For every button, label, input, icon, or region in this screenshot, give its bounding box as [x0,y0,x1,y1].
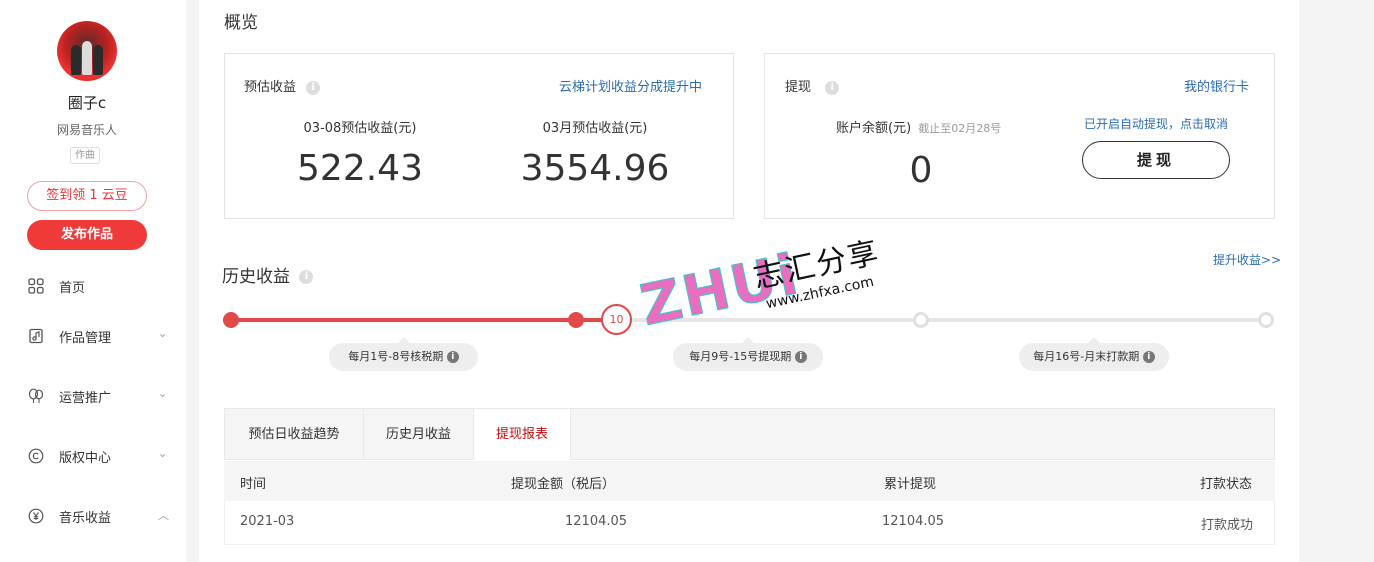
balloon-icon [28,388,44,404]
monthly-estimate-value: 3554.96 [520,148,670,189]
column-header-total: 累计提现 [884,477,937,492]
info-icon[interactable]: i [306,80,321,95]
overview-title: 概览 [224,13,258,33]
balance-label-text: 账户余额(元) [836,121,912,136]
phase-pill-payout: 每月16号-月末打款期 i [1019,337,1169,371]
table-row: 2021-03 12104.05 12104.05 打款成功 [224,501,1275,545]
column-header-time: 时间 [240,477,267,492]
user-role: 网易音乐人 [56,123,117,137]
chevron-down-icon: ⌄ [158,447,168,460]
sidebar-item-label: 首页 [59,281,86,296]
info-icon[interactable]: i [446,351,459,363]
balance-label: 账户余额(元) 截止至02月28号 [836,117,1001,136]
sidebar-item-label: 运营推广 [59,391,112,406]
checkin-button[interactable]: 签到领 1 云豆 [27,181,147,211]
timeline-end-dot [1258,312,1274,328]
withdraw-title-text: 提现 [785,80,812,95]
cell-total: 12104.05 [882,514,945,529]
withdraw-card-title: 提现 i [785,76,840,95]
cell-status: 打款成功 [1201,518,1254,533]
sidebar-item-home[interactable]: 首页 [0,271,186,301]
tab-withdraw-report[interactable]: 提现报表 [474,409,571,460]
bank-card-link[interactable]: 我的银行卡 [1184,76,1249,95]
phase-label: 每月1号-8号核税期 [348,350,444,363]
avatar[interactable] [57,21,117,81]
sidebar-item-label: 作品管理 [59,331,112,346]
daily-estimate-value: 522.43 [297,148,423,189]
daily-estimate-label: 03-08预估收益(元) [303,121,417,136]
sidebar-item-label: 音乐收益 [59,511,112,526]
tab-monthly-history[interactable]: 历史月收益 [364,409,474,460]
phase-label: 每月16号-月末打款期 [1033,350,1140,363]
grid-icon [28,278,44,294]
info-icon[interactable]: i [299,270,314,284]
timeline-progress [231,318,616,322]
history-title-text: 历史收益 [222,267,290,287]
table-header: 时间 提现金额（税后） 累计提现 打款状态 [224,461,1275,501]
user-name[interactable]: 圈子c [0,92,174,113]
info-icon[interactable]: i [1142,351,1155,363]
chevron-up-icon: ︿ [158,509,169,522]
copyright-icon [28,448,44,464]
estimate-card-title: 预估收益 i [244,76,321,95]
publish-button[interactable]: 发布作品 [27,220,147,250]
timeline-current-day: 10 [601,304,632,335]
report-tabs: 预估日收益趋势 历史月收益 提现报表 [224,408,1275,460]
boost-earnings-link[interactable]: 提升收益>> [1213,251,1281,268]
cloud-ladder-link[interactable]: 云梯计划收益分成提升中 [559,76,702,95]
phase-label: 每月9号-15号提现期 [689,350,792,363]
sidebar-item-works[interactable]: 作品管理 ⌄ [0,321,186,351]
timeline-start-dot [223,312,239,328]
sidebar-item-copyright[interactable]: 版权中心 ⌄ [0,441,186,471]
tab-daily-trend[interactable]: 预估日收益趋势 [225,409,364,460]
yuan-icon [28,508,44,524]
sidebar-item-label: 版权中心 [59,451,112,466]
info-icon[interactable]: i [794,351,807,363]
estimate-title-text: 预估收益 [244,80,297,95]
auto-withdraw-toggle-link[interactable]: 已开启自动提现，点击取消 [1084,115,1228,132]
info-icon[interactable]: i [825,80,840,95]
cell-time: 2021-03 [240,514,295,529]
column-header-status: 打款状态 [1200,477,1253,492]
right-gutter [1299,0,1374,562]
sidebar-item-promotion[interactable]: 运营推广 ⌄ [0,381,186,411]
timeline-phase-dot [568,312,584,328]
history-title: 历史收益 i [222,262,314,287]
balance-note: 截止至02月28号 [918,122,1002,135]
phase-pill-tax: 每月1号-8号核税期 i [329,337,478,371]
sidebar: 圈子c 网易音乐人 作曲 签到领 1 云豆 发布作品 首页 作品管理 ⌄ 运营推… [0,0,186,562]
cell-amount: 12104.05 [565,514,628,529]
sidebar-item-earnings[interactable]: 音乐收益 ︿ [0,501,186,531]
monthly-estimate-label: 03月预估收益(元) [542,121,648,136]
music-file-icon [28,328,44,344]
withdraw-button[interactable]: 提现 [1082,141,1230,179]
phase-pill-withdraw: 每月9号-15号提现期 i [673,337,823,371]
chevron-down-icon: ⌄ [158,387,168,400]
chevron-down-icon: ⌄ [158,327,168,340]
timeline-phase-dot [913,312,929,328]
balance-value: 0 [909,150,933,191]
user-tag-badge: 作曲 [70,147,100,164]
column-header-amount: 提现金额（税后） [511,477,616,492]
